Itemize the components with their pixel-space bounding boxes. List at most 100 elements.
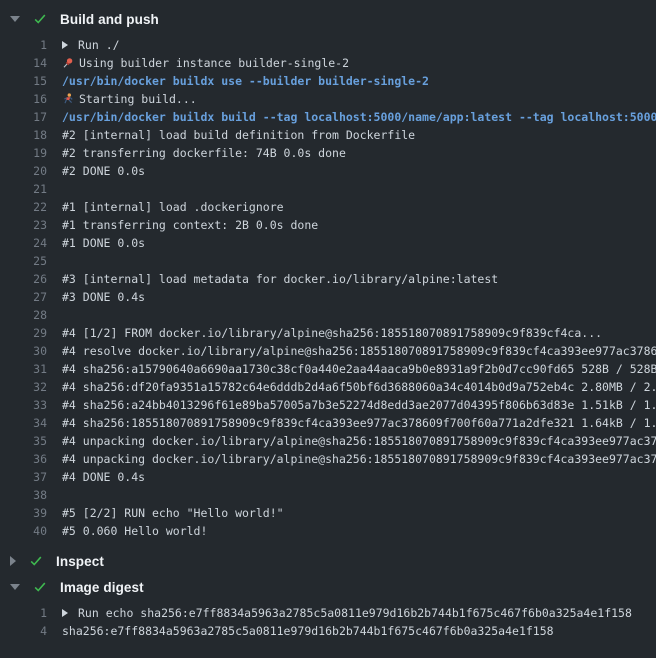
log-text: #3 DONE 0.4s (62, 288, 145, 306)
log-line: 33 #4 sha256:a24bb4013296f61e89ba57005a7… (0, 396, 656, 414)
log-line: 35 #4 unpacking docker.io/library/alpine… (0, 432, 656, 450)
section-header[interactable]: Inspect (0, 548, 656, 574)
line-number[interactable]: 30 (0, 342, 47, 360)
log-line: 27 #3 DONE 0.4s (0, 288, 656, 306)
chevron-right-icon[interactable] (10, 556, 16, 566)
line-number[interactable]: 36 (0, 450, 47, 468)
log-text: Starting build... (62, 90, 197, 108)
section-title: Build and push (60, 12, 159, 27)
line-number[interactable]: 29 (0, 324, 47, 342)
log-text: #4 resolve docker.io/library/alpine@sha2… (62, 342, 656, 360)
section-title: Image digest (60, 580, 144, 595)
log-line: 16 Starting build... (0, 90, 656, 108)
log-lines: 1 Run ./ 14 Using builder instance build… (0, 36, 656, 540)
log-text: #2 DONE 0.0s (62, 162, 145, 180)
line-number[interactable]: 23 (0, 216, 47, 234)
play-icon[interactable] (62, 609, 68, 617)
log-text: /usr/bin/docker buildx use --builder bui… (62, 72, 429, 90)
line-number[interactable]: 18 (0, 126, 47, 144)
line-number[interactable]: 17 (0, 108, 47, 126)
section-header[interactable]: Image digest (0, 574, 656, 600)
line-number[interactable]: 1 (0, 36, 47, 54)
chevron-down-icon[interactable] (10, 16, 20, 22)
line-number[interactable]: 33 (0, 396, 47, 414)
log-text: Run echo sha256:e7ff8834a5963a2785c5a081… (62, 604, 632, 622)
log-text: Run ./ (62, 36, 120, 54)
log-text: #1 transferring context: 2B 0.0s done (62, 216, 318, 234)
line-number[interactable]: 22 (0, 198, 47, 216)
line-number[interactable]: 21 (0, 180, 47, 198)
log-group-line[interactable]: 1 Run echo sha256:e7ff8834a5963a2785c5a0… (0, 604, 656, 622)
log-line: 15 /usr/bin/docker buildx use --builder … (0, 72, 656, 90)
log-text: sha256:e7ff8834a5963a2785c5a0811e979d16b… (62, 622, 554, 640)
log-line: 14 Using builder instance builder-single… (0, 54, 656, 72)
log-lines: 1 Run echo sha256:e7ff8834a5963a2785c5a0… (0, 604, 656, 640)
log-line: 37 #4 DONE 0.4s (0, 468, 656, 486)
line-number[interactable]: 19 (0, 144, 47, 162)
log-line: 26 #3 [internal] load metadata for docke… (0, 270, 656, 288)
line-number[interactable]: 31 (0, 360, 47, 378)
log-line: 19 #2 transferring dockerfile: 74B 0.0s … (0, 144, 656, 162)
line-number[interactable]: 25 (0, 252, 47, 270)
log-text: #2 transferring dockerfile: 74B 0.0s don… (62, 144, 346, 162)
log-group-line[interactable]: 1 Run ./ (0, 36, 656, 54)
log-line: 20 #2 DONE 0.0s (0, 162, 656, 180)
log-text: #4 sha256:a24bb4013296f61e89ba57005a7b3e… (62, 396, 656, 414)
log-text: /usr/bin/docker buildx build --tag local… (62, 108, 656, 126)
section-header[interactable]: Build and push (0, 6, 656, 32)
log-line: 21 (0, 180, 656, 198)
log-section: Inspect (0, 548, 656, 574)
pin-icon (62, 57, 74, 69)
line-number[interactable]: 40 (0, 522, 47, 540)
log-line: 40 #5 0.060 Hello world! (0, 522, 656, 540)
log-line: 23 #1 transferring context: 2B 0.0s done (0, 216, 656, 234)
log-text: #1 [internal] load .dockerignore (62, 198, 284, 216)
log-line: 28 (0, 306, 656, 324)
log-line: 38 (0, 486, 656, 504)
section-title: Inspect (56, 554, 104, 569)
line-number[interactable]: 24 (0, 234, 47, 252)
log-line: 4 sha256:e7ff8834a5963a2785c5a0811e979d1… (0, 622, 656, 640)
chevron-down-icon[interactable] (10, 584, 20, 590)
check-icon (33, 12, 47, 26)
log-section: Image digest 1 Run echo sha256:e7ff8834a… (0, 574, 656, 640)
check-icon (33, 580, 47, 594)
line-number[interactable]: 38 (0, 486, 47, 504)
log-line: 32 #4 sha256:df20fa9351a15782c64e6dddb2d… (0, 378, 656, 396)
line-number[interactable]: 37 (0, 468, 47, 486)
play-icon[interactable] (62, 41, 68, 49)
log-line: 17 /usr/bin/docker buildx build --tag lo… (0, 108, 656, 126)
line-number[interactable]: 14 (0, 54, 47, 72)
log-text: #5 0.060 Hello world! (62, 522, 207, 540)
line-number[interactable]: 39 (0, 504, 47, 522)
line-number[interactable]: 15 (0, 72, 47, 90)
check-icon (29, 554, 43, 568)
log-text: #4 DONE 0.4s (62, 468, 145, 486)
line-number[interactable]: 20 (0, 162, 47, 180)
line-number[interactable]: 26 (0, 270, 47, 288)
line-number[interactable]: 27 (0, 288, 47, 306)
line-number[interactable]: 1 (0, 604, 47, 622)
line-number[interactable]: 32 (0, 378, 47, 396)
log-line: 31 #4 sha256:a15790640a6690aa1730c38cf0a… (0, 360, 656, 378)
workflow-log-viewer: Build and push 1 Run ./ 14 Using builder… (0, 0, 656, 640)
log-text: #4 unpacking docker.io/library/alpine@sh… (62, 450, 656, 468)
log-line: 22 #1 [internal] load .dockerignore (0, 198, 656, 216)
runner-icon (62, 93, 74, 105)
log-text: #4 sha256:a15790640a6690aa1730c38cf0a440… (62, 360, 656, 378)
log-text: #4 sha256:185518070891758909c9f839cf4ca3… (62, 414, 656, 432)
log-text: #4 [1/2] FROM docker.io/library/alpine@s… (62, 324, 602, 342)
log-text: #5 [2/2] RUN echo "Hello world!" (62, 504, 284, 522)
log-text: #3 [internal] load metadata for docker.i… (62, 270, 498, 288)
log-text: #1 DONE 0.0s (62, 234, 145, 252)
line-number[interactable]: 4 (0, 622, 47, 640)
log-text: #4 sha256:df20fa9351a15782c64e6dddb2d4a6… (62, 378, 656, 396)
line-number[interactable]: 28 (0, 306, 47, 324)
log-text: Using builder instance builder-single-2 (62, 54, 349, 72)
log-text: #4 unpacking docker.io/library/alpine@sh… (62, 432, 656, 450)
line-number[interactable]: 34 (0, 414, 47, 432)
line-number[interactable]: 35 (0, 432, 47, 450)
log-line: 36 #4 unpacking docker.io/library/alpine… (0, 450, 656, 468)
line-number[interactable]: 16 (0, 90, 47, 108)
log-text: #2 [internal] load build definition from… (62, 126, 415, 144)
